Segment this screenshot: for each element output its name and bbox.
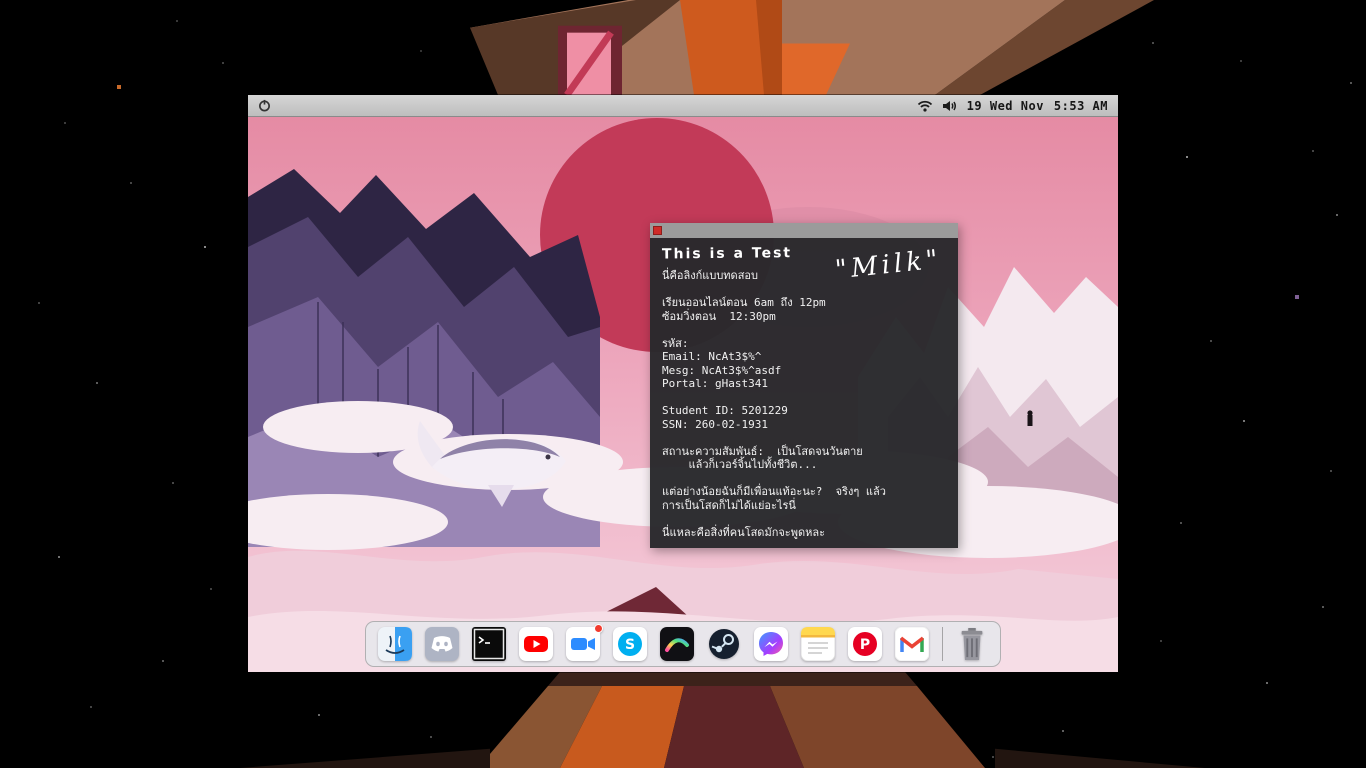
time-label: 5:53 AM	[1053, 98, 1108, 113]
dock-icon-paint[interactable]	[660, 627, 694, 661]
menu-bar: 19 Wed Nov 5:53 AM	[248, 95, 1118, 117]
dock-icon-pinterest[interactable]: P	[848, 627, 882, 661]
dock-icon-youtube[interactable]	[519, 627, 553, 661]
dock: SP	[365, 621, 1001, 667]
wifi-icon[interactable]	[917, 100, 933, 112]
note-window: This is a Test "Milk" นี่คือลิงก์แบบทดสอ…	[650, 223, 958, 548]
dock-icon-zoom[interactable]	[566, 624, 603, 661]
date-label: 19 Wed Nov	[966, 98, 1044, 113]
terminal-line: นี่แหละคือสิ่งที่คนโสดมักจะพูดหละ	[662, 525, 826, 539]
computer-screen: 19 Wed Nov 5:53 AM This is a Test "Milk"…	[248, 95, 1118, 672]
terminal-line: SSN: 260-02-1931	[662, 417, 768, 431]
terminal-line: Mesg: NcAt3$%^asdf	[662, 363, 782, 377]
power-icon	[259, 99, 270, 112]
dock-separator	[942, 627, 943, 661]
terminal-line: แต่อย่างน้อยฉันก็มีเพื่อนแท้อะนะ? จริงๆ …	[662, 485, 886, 498]
svg-text:P: P	[860, 637, 870, 653]
dock-icon-steam[interactable]	[707, 627, 741, 661]
dock-icon-notes[interactable]	[801, 627, 835, 661]
power-button[interactable]	[258, 99, 271, 112]
dock-icon-skype[interactable]: S	[613, 627, 647, 661]
terminal-text: นี่คือลิงก์แบบทดสอบ เรียนออนไลน์ตอน 6am …	[662, 269, 946, 539]
terminal-line: Email: NcAt3$%^	[662, 350, 762, 363]
hiker-figure	[1027, 410, 1033, 426]
volume-icon[interactable]	[942, 100, 958, 112]
terminal-line: ซ้อมวิ่งตอน 12:30pm	[662, 309, 776, 323]
menu-bar-clock[interactable]: 19 Wed Nov 5:53 AM	[967, 99, 1108, 113]
dock-icon-messenger[interactable]	[754, 627, 788, 661]
dock-icon-discord[interactable]	[425, 627, 459, 661]
close-button[interactable]	[653, 226, 662, 235]
isometric-roof	[470, 0, 1154, 95]
terminal-line: Student ID: 5201229	[662, 404, 788, 417]
terminal-line: สถานะความสัมพันธ์: เป็นโสดจนวันตาย	[662, 444, 863, 458]
window-titlebar[interactable]	[650, 223, 958, 238]
terminal-line: แล้วก็เวอร์จิ้นไปทั้งชีวิต...	[662, 458, 818, 471]
window-body: This is a Test "Milk" นี่คือลิงก์แบบทดสอ…	[650, 238, 958, 548]
terminal-line: Portal: gHast341	[662, 377, 768, 390]
dock-icon-finder[interactable]	[378, 627, 412, 661]
dock-icon-trash[interactable]	[956, 624, 988, 664]
isometric-floor	[478, 672, 985, 768]
dock-icon-gmail[interactable]	[895, 627, 929, 661]
svg-text:S: S	[625, 637, 635, 653]
terminal-line: เรียนออนไลน์ตอน 6am ถึง 12pm	[662, 296, 826, 309]
terminal-line: การเป็นโสดก็ไม่ได้แย่อะไรนี่	[662, 498, 796, 512]
terminal-line: รหัส:	[662, 336, 689, 350]
notification-badge	[594, 624, 603, 633]
dock-icon-terminal[interactable]	[472, 627, 506, 661]
